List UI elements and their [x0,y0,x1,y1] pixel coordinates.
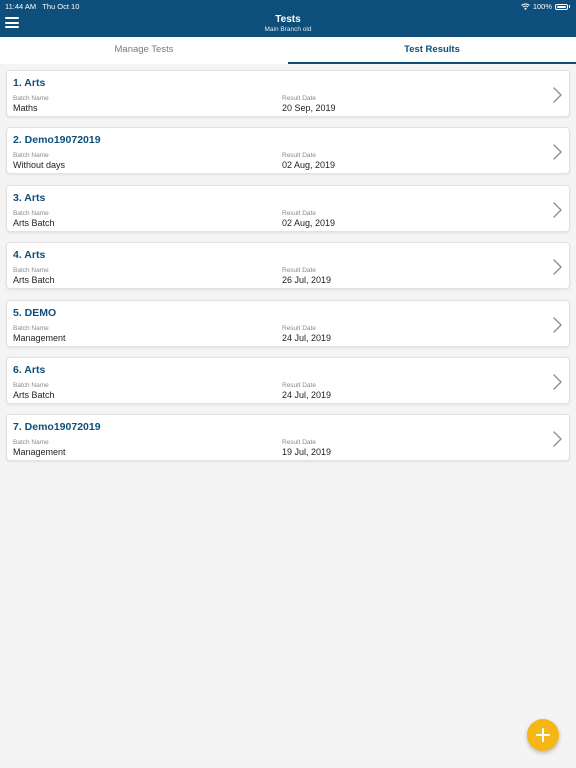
chevron-right-icon [553,144,562,161]
chevron-right-icon [553,316,562,333]
result-date-value: 26 Jul, 2019 [282,275,332,286]
batch-name-value: Management [13,447,66,458]
batch-name-value: Arts Batch [13,217,55,228]
result-date-label: Result Date [282,439,316,447]
result-date-value: 24 Jul, 2019 [282,332,332,343]
result-date-label: Result Date [282,324,316,332]
batch-name-label: Batch Name [13,381,49,389]
status-right: 100% [520,2,570,11]
test-result-card[interactable]: 5. DEMO Batch Name Management Result Date 24… [6,299,570,347]
test-result-card[interactable]: 1. Arts Batch Name Maths Result Date 20 Sep,… [6,70,570,117]
batch-name-value: Arts Batch [13,389,55,400]
plus-icon [536,728,550,742]
result-date-label: Result Date [282,209,316,217]
batch-name-label: Batch Name [13,209,49,217]
test-results-list: 1. Arts Batch Name Maths Result Date 20 Sep,… [6,70,570,472]
test-result-card[interactable]: 2. Demo19072019 Batch Name Without days Res… [6,127,570,175]
test-title: 7. Demo19072019 [13,421,101,434]
page-subtitle: Main Branch old [264,26,312,33]
result-date-value: 24 Jul, 2019 [282,389,332,400]
test-title: 2. Demo19072019 [13,134,101,147]
result-date-value: 02 Aug, 2019 [282,160,336,171]
batch-name-label: Batch Name [13,152,49,160]
status-time: 11:44 AM Thu Oct 10 [5,2,79,11]
test-result-card[interactable]: 3. Arts Batch Name Arts Batch Result Date 02… [6,184,570,232]
test-title: 5. DEMO [13,306,57,319]
batch-name-value: Maths [13,103,38,113]
batch-name-value: Without days [13,160,66,171]
tab-test-results[interactable]: Test Results [288,37,576,64]
test-title: 1. Arts [13,77,46,89]
status-date: Thu Oct 10 [42,2,80,11]
tab-bar: Manage Tests Test Results [0,37,576,64]
batch-name-value: Management [13,332,66,343]
wifi-icon [520,3,530,10]
test-result-card[interactable]: 4. Arts Batch Name Arts Batch Result Date 26… [6,242,570,290]
top-bar: 11:44 AM Thu Oct 10 100% Tests Main Bran… [0,0,576,37]
page-title: Tests [275,14,301,25]
batch-name-label: Batch Name [13,324,49,332]
result-date-value: 02 Aug, 2019 [282,217,336,228]
test-title: 4. Arts [13,249,46,262]
chevron-right-icon [553,87,562,103]
tab-manage-tests[interactable]: Manage Tests [0,37,288,64]
test-result-card[interactable]: 7. Demo19072019 Batch Name Management Resul… [6,414,570,462]
battery-tip [569,5,570,8]
result-date-label: Result Date [282,267,316,275]
batch-name-label: Batch Name [13,95,49,102]
batch-name-value: Arts Batch [13,275,55,286]
chevron-right-icon [553,202,562,218]
test-result-card[interactable]: 6. Arts Batch Name Arts Batch Result Date 24… [6,356,570,404]
chevron-right-icon [553,431,562,447]
header-title-group: Tests Main Branch old [0,14,576,34]
batch-name-label: Batch Name [13,267,49,275]
test-title: 6. Arts [13,363,46,376]
chevron-right-icon [553,259,562,275]
result-date-value: 19 Jul, 2019 [282,447,332,458]
add-button[interactable] [527,719,559,751]
batch-name-label: Batch Name [13,439,49,447]
chevron-right-icon [553,374,562,390]
status-clock: 11:44 AM [5,2,37,11]
result-date-value: 20 Sep, 2019 [282,103,336,113]
result-date-label: Result Date [282,152,316,160]
result-date-label: Result Date [282,381,316,389]
battery-percent: 100% [532,2,552,11]
result-date-label: Result Date [282,95,316,102]
battery-icon [555,3,568,10]
test-title: 3. Arts [13,191,46,204]
